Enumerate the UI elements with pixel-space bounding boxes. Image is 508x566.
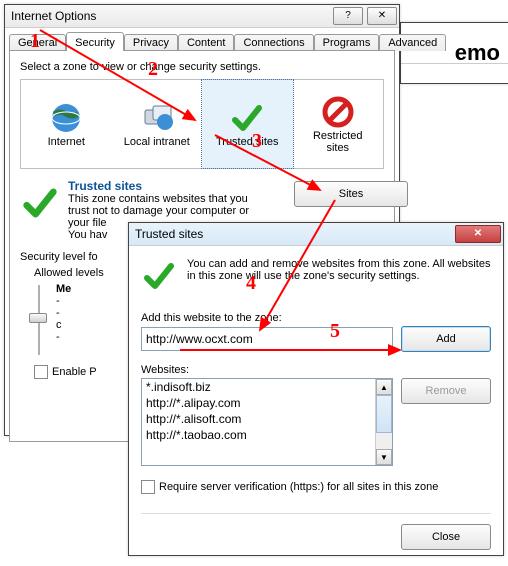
level-name: Me	[56, 283, 71, 295]
checkbox-box	[34, 365, 48, 379]
internet-options-title: Internet Options	[7, 9, 329, 23]
tab-connections[interactable]: Connections	[234, 34, 313, 51]
websites-label: Websites:	[141, 364, 491, 376]
trusted-sites-title: Trusted sites	[131, 227, 451, 241]
zone-desc-line1: This zone contains websites that you	[68, 193, 294, 205]
check-icon-large	[20, 183, 60, 223]
require-https-checkbox[interactable]: Require server verification (https:) for…	[141, 480, 438, 494]
zone-restricted-sites[interactable]: Restricted sites	[293, 80, 384, 168]
tab-content[interactable]: Content	[178, 34, 235, 51]
list-item[interactable]: *.indisoft.biz	[142, 379, 392, 395]
security-level-slider[interactable]	[30, 285, 46, 355]
remove-button[interactable]: Remove	[401, 378, 491, 404]
zone-instruction: Select a zone to view or change security…	[20, 61, 384, 73]
tab-advanced[interactable]: Advanced	[379, 34, 446, 51]
tab-general[interactable]: General	[9, 34, 66, 51]
sites-button[interactable]: Sites	[294, 181, 408, 207]
listbox-scrollbar[interactable]: ▲ ▼	[375, 379, 392, 465]
add-website-input[interactable]	[141, 327, 393, 351]
trusted-sites-close-x[interactable]: ✕	[455, 225, 501, 243]
trusted-sites-window: Trusted sites ✕ You can add and remove w…	[128, 222, 504, 556]
list-item[interactable]: http://*.taobao.com	[142, 427, 392, 443]
enable-protected-checkbox[interactable]: Enable P	[34, 365, 97, 379]
background-title-fragment: emo	[455, 40, 500, 66]
help-button[interactable]: ?	[333, 7, 363, 25]
internet-options-titlebar: Internet Options ? ✕	[5, 5, 399, 28]
tab-privacy[interactable]: Privacy	[124, 34, 178, 51]
zone-list: Internet Local intranet Trusted sites	[20, 79, 384, 169]
trusted-sites-titlebar: Trusted sites ✕	[129, 223, 503, 246]
restricted-icon	[320, 94, 356, 130]
zone-desc-line2: trust not to damage your computer or	[68, 205, 294, 217]
zone-local-intranet[interactable]: Local intranet	[112, 80, 203, 168]
check-icon	[141, 258, 177, 294]
close-button[interactable]: Close	[401, 524, 491, 550]
tabs: General Security Privacy Content Connect…	[5, 29, 399, 51]
intranet-icon	[139, 100, 175, 136]
scroll-down-icon[interactable]: ▼	[376, 449, 392, 465]
zone-trusted-sites[interactable]: Trusted sites	[202, 80, 293, 168]
list-item[interactable]: http://*.alipay.com	[142, 395, 392, 411]
check-icon	[229, 100, 265, 136]
zone-internet[interactable]: Internet	[21, 80, 112, 168]
checkbox-box	[141, 480, 155, 494]
globe-icon	[48, 100, 84, 136]
add-button[interactable]: Add	[401, 326, 491, 352]
tab-programs[interactable]: Programs	[314, 34, 380, 51]
tab-security[interactable]: Security	[66, 32, 124, 51]
zone-title: Trusted sites	[68, 179, 294, 193]
scroll-up-icon[interactable]: ▲	[376, 379, 392, 395]
trusted-sites-desc: You can add and remove websites from thi…	[187, 258, 491, 294]
close-button[interactable]: ✕	[367, 7, 397, 25]
websites-listbox[interactable]: *.indisoft.biz http://*.alipay.com http:…	[141, 378, 393, 466]
scroll-thumb[interactable]	[376, 395, 392, 433]
list-item[interactable]: http://*.alisoft.com	[142, 411, 392, 427]
add-website-label: Add this website to the zone:	[141, 312, 491, 324]
